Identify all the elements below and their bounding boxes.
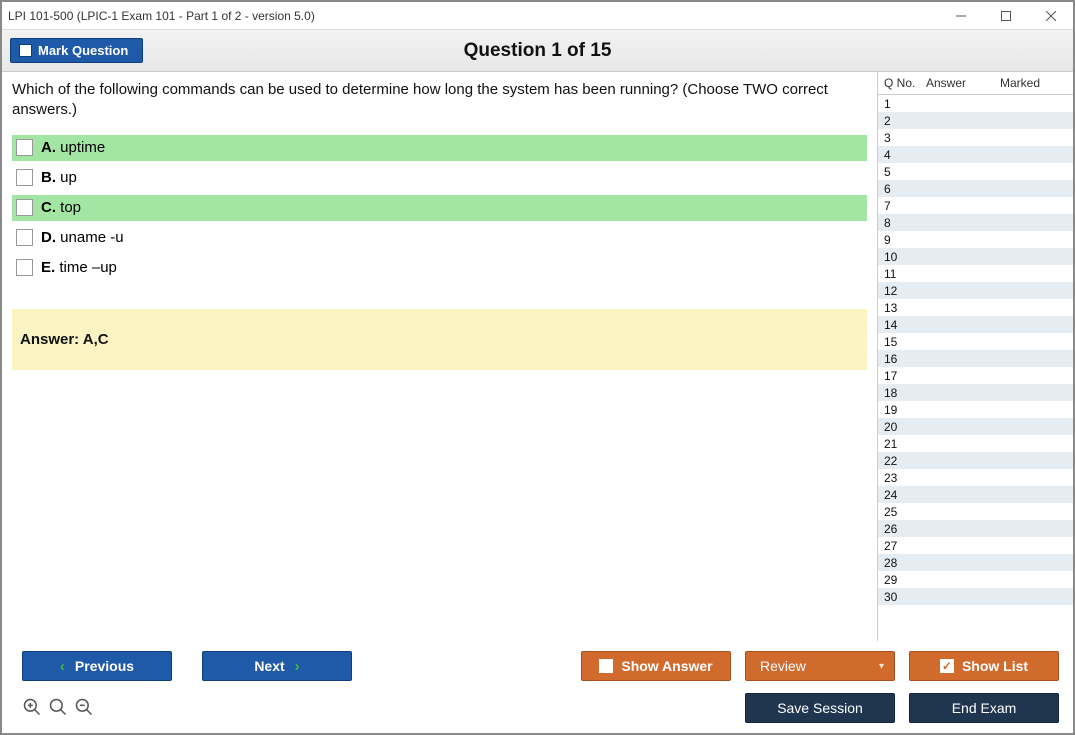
option-checkbox[interactable] bbox=[16, 199, 33, 216]
zoom-out-icon[interactable] bbox=[74, 697, 94, 720]
question-list-panel: Q No. Answer Marked 12345678910111213141… bbox=[877, 72, 1073, 641]
show-answer-checkbox-icon bbox=[599, 659, 613, 673]
question-list-row[interactable]: 15 bbox=[878, 333, 1073, 350]
question-list-row[interactable]: 26 bbox=[878, 520, 1073, 537]
option-row[interactable]: D. uname -u bbox=[12, 225, 867, 251]
body: Which of the following commands can be u… bbox=[2, 72, 1073, 641]
question-list-row[interactable]: 28 bbox=[878, 554, 1073, 571]
minimize-button[interactable] bbox=[938, 2, 983, 30]
option-row[interactable]: C. top bbox=[12, 195, 867, 221]
maximize-button[interactable] bbox=[983, 2, 1028, 30]
mark-question-button[interactable]: Mark Question bbox=[10, 38, 143, 63]
question-title: Question 1 of 15 bbox=[464, 40, 612, 62]
mark-checkbox-icon bbox=[19, 44, 32, 57]
question-list-row[interactable]: 20 bbox=[878, 418, 1073, 435]
header-answer: Answer bbox=[926, 76, 1000, 90]
question-list-row[interactable]: 14 bbox=[878, 316, 1073, 333]
question-list-row[interactable]: 27 bbox=[878, 537, 1073, 554]
previous-label: Previous bbox=[75, 658, 134, 674]
question-list-row[interactable]: 13 bbox=[878, 299, 1073, 316]
question-list-row[interactable]: 22 bbox=[878, 452, 1073, 469]
question-list-row[interactable]: 11 bbox=[878, 265, 1073, 282]
question-list-row[interactable]: 30 bbox=[878, 588, 1073, 605]
question-list-row[interactable]: 16 bbox=[878, 350, 1073, 367]
zoom-controls bbox=[22, 697, 94, 720]
app-window: LPI 101-500 (LPIC-1 Exam 101 - Part 1 of… bbox=[0, 0, 1075, 735]
window-controls bbox=[938, 2, 1073, 30]
question-list-row[interactable]: 29 bbox=[878, 571, 1073, 588]
question-list-row[interactable]: 25 bbox=[878, 503, 1073, 520]
option-row[interactable]: B. up bbox=[12, 165, 867, 191]
show-list-label: Show List bbox=[962, 658, 1028, 674]
question-panel: Which of the following commands can be u… bbox=[2, 72, 877, 641]
toolbar: Mark Question Question 1 of 15 bbox=[2, 30, 1073, 72]
question-list-row[interactable]: 5 bbox=[878, 163, 1073, 180]
zoom-in-icon[interactable] bbox=[22, 697, 42, 720]
next-button[interactable]: Next › bbox=[202, 651, 352, 681]
question-list-row[interactable]: 8 bbox=[878, 214, 1073, 231]
option-label: A. uptime bbox=[41, 139, 105, 156]
question-list-row[interactable]: 10 bbox=[878, 248, 1073, 265]
question-list-row[interactable]: 23 bbox=[878, 469, 1073, 486]
chevron-right-icon: › bbox=[295, 658, 300, 675]
chevron-down-icon: ▾ bbox=[879, 661, 884, 672]
show-list-checkbox-icon: ✓ bbox=[940, 659, 954, 673]
nav-buttons-row: ‹ Previous Next › Show Answer Review ▾ ✓… bbox=[22, 651, 1059, 681]
save-session-button[interactable]: Save Session bbox=[745, 693, 895, 723]
question-list-row[interactable]: 1 bbox=[878, 95, 1073, 112]
show-answer-label: Show Answer bbox=[621, 658, 712, 674]
question-list-row[interactable]: 18 bbox=[878, 384, 1073, 401]
header-qno: Q No. bbox=[884, 76, 926, 90]
option-row[interactable]: E. time –up bbox=[12, 255, 867, 281]
question-list-row[interactable]: 21 bbox=[878, 435, 1073, 452]
question-list-row[interactable]: 3 bbox=[878, 129, 1073, 146]
option-checkbox[interactable] bbox=[16, 259, 33, 276]
chevron-left-icon: ‹ bbox=[60, 658, 65, 675]
option-label: C. top bbox=[41, 199, 81, 216]
close-button[interactable] bbox=[1028, 2, 1073, 30]
option-checkbox[interactable] bbox=[16, 169, 33, 186]
titlebar: LPI 101-500 (LPIC-1 Exam 101 - Part 1 of… bbox=[2, 2, 1073, 30]
review-button[interactable]: Review ▾ bbox=[745, 651, 895, 681]
end-exam-button[interactable]: End Exam bbox=[909, 693, 1059, 723]
option-checkbox[interactable] bbox=[16, 139, 33, 156]
header-marked: Marked bbox=[1000, 76, 1073, 90]
show-answer-button[interactable]: Show Answer bbox=[581, 651, 731, 681]
answer-box: Answer: A,C bbox=[12, 309, 867, 370]
option-row[interactable]: A. uptime bbox=[12, 135, 867, 161]
question-list-row[interactable]: 24 bbox=[878, 486, 1073, 503]
question-list-row[interactable]: 2 bbox=[878, 112, 1073, 129]
question-list-body[interactable]: 1234567891011121314151617181920212223242… bbox=[878, 95, 1073, 641]
util-buttons-row: Save Session End Exam bbox=[22, 693, 1059, 723]
show-list-button[interactable]: ✓ Show List bbox=[909, 651, 1059, 681]
question-list-row[interactable]: 7 bbox=[878, 197, 1073, 214]
option-label: E. time –up bbox=[41, 259, 117, 276]
question-text: Which of the following commands can be u… bbox=[12, 80, 867, 121]
question-list-row[interactable]: 12 bbox=[878, 282, 1073, 299]
option-checkbox[interactable] bbox=[16, 229, 33, 246]
question-list-row[interactable]: 19 bbox=[878, 401, 1073, 418]
question-list-row[interactable]: 17 bbox=[878, 367, 1073, 384]
previous-button[interactable]: ‹ Previous bbox=[22, 651, 172, 681]
answer-label: Answer: A,C bbox=[20, 331, 109, 348]
mark-label: Mark Question bbox=[38, 43, 128, 58]
options-list: A. uptime B. up C. top D. uname -u E. time –… bbox=[12, 135, 867, 281]
next-label: Next bbox=[254, 658, 284, 674]
save-session-label: Save Session bbox=[777, 700, 863, 716]
question-list-header: Q No. Answer Marked bbox=[878, 72, 1073, 95]
option-label: B. up bbox=[41, 169, 77, 186]
question-list-row[interactable]: 9 bbox=[878, 231, 1073, 248]
question-list-row[interactable]: 6 bbox=[878, 180, 1073, 197]
review-label: Review bbox=[760, 658, 806, 674]
question-list-row[interactable]: 4 bbox=[878, 146, 1073, 163]
end-exam-label: End Exam bbox=[952, 700, 1017, 716]
window-title: LPI 101-500 (LPIC-1 Exam 101 - Part 1 of… bbox=[8, 9, 315, 23]
option-label: D. uname -u bbox=[41, 229, 124, 246]
zoom-reset-icon[interactable] bbox=[48, 697, 68, 720]
footer: ‹ Previous Next › Show Answer Review ▾ ✓… bbox=[2, 641, 1073, 733]
